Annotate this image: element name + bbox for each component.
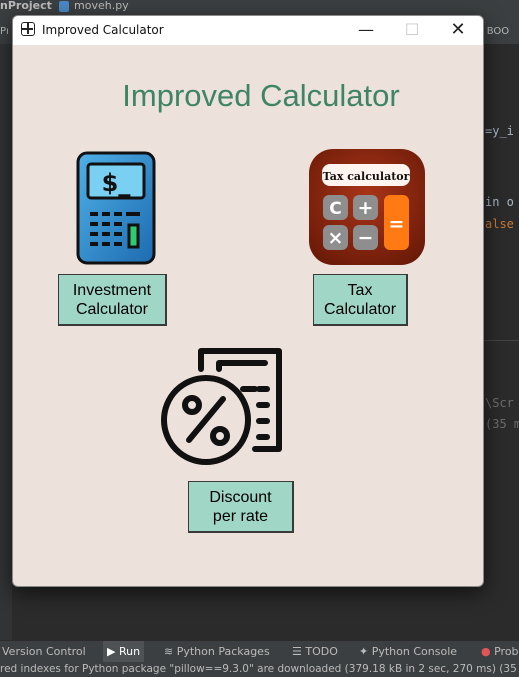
layers-icon: ≋ (164, 645, 177, 658)
run-output-line: (35 mi (485, 417, 519, 431)
tax-calculator-label: Tax Calculator (323, 281, 397, 318)
code-line: in o (485, 195, 514, 209)
app-heading: Improved Calculator (13, 78, 483, 114)
tax-calculator-icon[interactable]: Tax calculator C + × − = (308, 148, 426, 266)
tax-key-plus: + (358, 197, 374, 219)
investment-calculator-graphic: $_ (76, 151, 156, 265)
python-packages-label: Python Packages (176, 645, 270, 658)
code-line: alse (485, 217, 514, 231)
play-icon: ▶ (107, 645, 119, 658)
investment-calculator-label: Investment Calculator (72, 281, 152, 318)
problems-label: Prob (494, 645, 519, 658)
python-console-tab[interactable]: ✦ Python Console (359, 645, 457, 658)
discount-icon[interactable] (159, 345, 285, 469)
dollar-prompt-text: $_ (102, 169, 131, 197)
tax-key-c: C (329, 199, 341, 219)
ide-top-bar: nProject moveh.py (0, 0, 519, 14)
tax-key-minus: − (358, 227, 374, 249)
tax-calculator-graphic: Tax calculator C + × − = (309, 149, 425, 265)
window-title: Improved Calculator (42, 23, 164, 37)
python-packages-tab[interactable]: ≋ Python Packages (164, 645, 270, 658)
python-icon: ✦ (359, 645, 372, 658)
tax-calculator-button[interactable]: Tax Calculator (313, 274, 408, 326)
tax-key-equals: = (389, 213, 405, 235)
version-control-tab[interactable]: Version Control (2, 645, 86, 658)
error-icon: ● (481, 645, 495, 658)
ide-tool-window-bar: Version Control ▶ Run ≋ Python Packages … (0, 640, 519, 663)
tax-key-times: × (328, 227, 344, 249)
file-tab-label[interactable]: moveh.py (74, 0, 129, 12)
run-tab-label: Run (118, 645, 141, 658)
app-icon (21, 22, 35, 36)
tax-icon-label: Tax calculator (323, 170, 410, 183)
discount-graphic (161, 348, 282, 465)
problems-tab[interactable]: ● Prob (481, 645, 519, 658)
ide-status-bar: red indexes for Python package "pillow==… (0, 662, 519, 677)
discount-per-rate-label: Discount per rate (209, 488, 272, 525)
ide-editor[interactable]: =y_i in o alse (482, 44, 519, 340)
project-label[interactable]: nProject (0, 0, 52, 12)
python-file-icon (59, 1, 69, 12)
left-tab[interactable]: Pı (0, 26, 9, 37)
todo-tab[interactable]: ☰ TODO (292, 645, 338, 658)
investment-calculator-icon[interactable]: $_ (76, 151, 156, 265)
ide-run-panel[interactable]: \Scr (35 mi (482, 340, 519, 641)
discount-per-rate-button[interactable]: Discount per rate (188, 481, 294, 533)
maximize-button[interactable]: ☐ (397, 20, 427, 40)
window-title-bar[interactable]: Improved Calculator — ☐ ✕ (13, 16, 483, 45)
investment-calculator-button[interactable]: Investment Calculator (58, 274, 167, 326)
app-heading-text: Improved Calculator (122, 78, 400, 113)
run-tab[interactable]: ▶ Run (103, 641, 145, 663)
close-button[interactable]: ✕ (443, 20, 473, 40)
minimize-button[interactable]: — (351, 20, 381, 40)
code-line: =y_i (485, 124, 514, 138)
run-output-line: \Scr (485, 396, 514, 410)
todo-label: TODO (305, 645, 338, 658)
calculator-window: Improved Calculator — ☐ ✕ Improved Calcu… (12, 15, 484, 587)
list-icon: ☰ (292, 645, 306, 658)
python-console-label: Python Console (371, 645, 458, 658)
status-message: red indexes for Python package "pillow==… (0, 663, 519, 675)
ide-left-gutter (0, 44, 12, 640)
